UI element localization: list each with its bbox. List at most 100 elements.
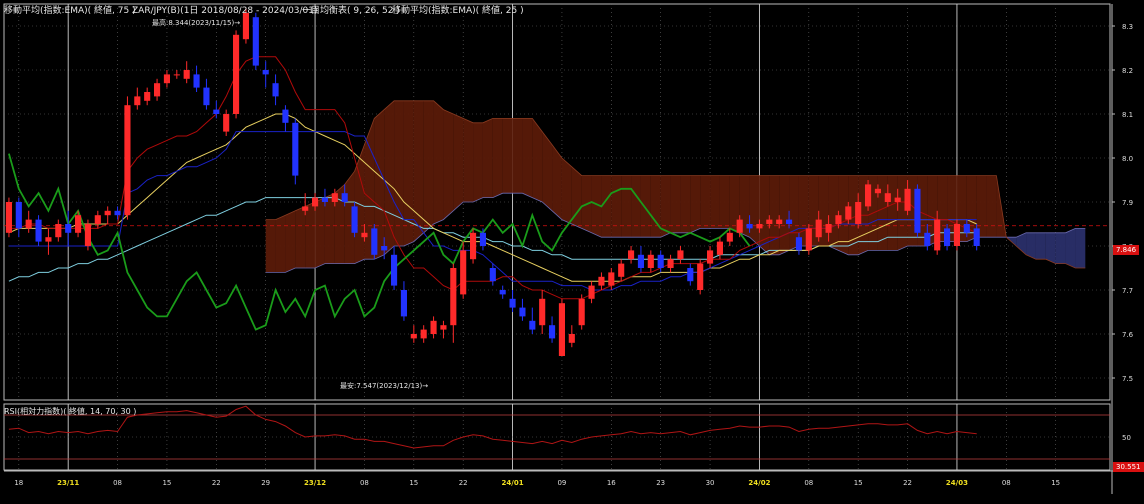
candle-body (647, 254, 654, 268)
candle-body (302, 206, 309, 211)
candle-body (371, 228, 378, 255)
candle (618, 259, 625, 282)
candle-body (272, 83, 279, 97)
candle (154, 78, 161, 101)
kumo-segment (413, 100, 424, 242)
candle-body (242, 12, 249, 40)
candle (499, 285, 506, 299)
candle (134, 87, 141, 110)
kumo-segment (522, 118, 533, 198)
kumo-segment (315, 197, 325, 268)
chart-canvas[interactable]: 8.38.28.18.07.97.87.77.67.51823/11081522… (0, 0, 1144, 500)
x-tick-label: 08 (1002, 479, 1011, 487)
kumo-segment (502, 118, 513, 194)
candle (450, 263, 457, 343)
kumo-segment (305, 202, 316, 268)
candle-body (84, 224, 91, 246)
candle (677, 246, 684, 264)
x-tick-label: 29 (261, 479, 270, 487)
candle (262, 61, 269, 88)
candle (400, 281, 407, 321)
candle-body (746, 224, 753, 229)
candle-body (489, 268, 496, 282)
kumo-segment (571, 166, 582, 229)
candle-body (479, 232, 486, 246)
kumo-segment (1075, 228, 1086, 268)
kumo-segment (492, 118, 503, 198)
candle-body (5, 202, 12, 233)
candle (292, 118, 299, 185)
candle-body (628, 250, 635, 260)
candle (223, 109, 230, 136)
candle (647, 250, 654, 273)
candle-body (934, 219, 941, 251)
candle-body (805, 228, 812, 251)
kumo-segment (621, 175, 632, 238)
rsi-current-value: 30.551 (1113, 462, 1144, 472)
candle (509, 290, 516, 312)
candle (35, 215, 42, 246)
candle-body (795, 237, 802, 251)
candle-body (884, 193, 891, 202)
candle-body (460, 250, 467, 295)
kumo-segment (700, 175, 711, 229)
candle-body (154, 83, 161, 97)
candle-body (25, 219, 32, 229)
candle-body (331, 193, 338, 202)
x-tick-label: 15 (1051, 479, 1060, 487)
kumo-segment (1055, 232, 1066, 264)
kumo-segment (690, 175, 701, 233)
candle-body (637, 254, 644, 268)
x-tick-label: 23 (656, 479, 665, 487)
kumo-segment (482, 118, 493, 198)
candle (578, 294, 585, 330)
candle-body (55, 224, 62, 238)
candle (233, 30, 240, 119)
x-tick-label: 18 (14, 479, 23, 487)
candle (697, 259, 704, 295)
kumo-segment (542, 131, 553, 211)
kumo-segment (403, 100, 414, 246)
candle (173, 70, 180, 79)
kumo-segment (561, 158, 572, 224)
rsi-line (8, 405, 977, 449)
candle (272, 74, 279, 106)
candle-body (766, 219, 773, 224)
candle (667, 254, 674, 273)
candle-body (381, 246, 388, 251)
candle-body (944, 228, 951, 246)
candle (707, 246, 714, 268)
candle (104, 206, 111, 224)
kumo-segment (532, 118, 543, 202)
candle-body (904, 188, 911, 211)
candle-body (420, 329, 427, 339)
candle-body (894, 197, 901, 202)
kumo-segment (1035, 232, 1046, 260)
candle (183, 61, 190, 84)
kumo-segment (887, 175, 898, 251)
ichimoku-cloud (265, 100, 1086, 273)
chart-area[interactable]: 8.38.28.18.07.97.87.77.67.51823/11081522… (0, 0, 1144, 500)
kumo-segment (719, 175, 730, 229)
x-tick-label: 15 (854, 479, 863, 487)
candle-body (697, 263, 704, 290)
candle-body (707, 250, 714, 264)
x-tick-label: 22 (903, 479, 912, 487)
kumo-segment (394, 100, 404, 246)
candle (391, 246, 398, 290)
candle (558, 298, 565, 356)
candle-body (865, 184, 872, 207)
candle-body (815, 219, 822, 238)
candle (637, 246, 644, 273)
x-tick-label: 24/01 (502, 479, 524, 487)
candle (805, 224, 812, 255)
candle (568, 325, 575, 348)
kumo-segment (265, 219, 276, 273)
kumo-segment (1045, 232, 1056, 264)
candle (687, 263, 694, 286)
candle-body (114, 210, 121, 216)
candle (430, 316, 437, 339)
candle (549, 316, 556, 343)
candle-body (124, 105, 131, 216)
candle (539, 290, 546, 334)
